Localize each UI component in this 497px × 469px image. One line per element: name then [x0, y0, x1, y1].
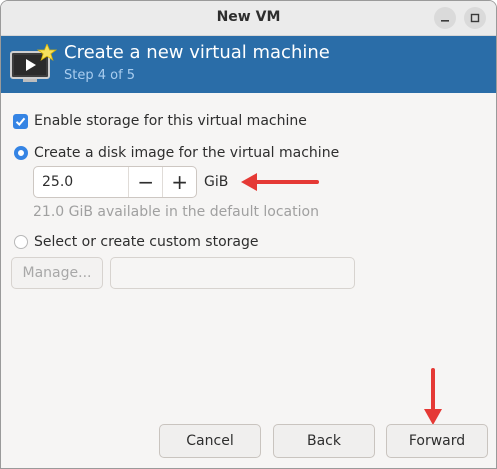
annotation-arrow-left-icon	[241, 173, 319, 191]
wizard-step: Step 4 of 5	[64, 68, 136, 83]
increment-button[interactable]: +	[162, 167, 196, 197]
annotation-arrow-down-icon	[424, 368, 442, 425]
vm-monitor-icon	[10, 44, 57, 82]
disk-image-row[interactable]: Create a disk image for the virtual mach…	[14, 145, 339, 161]
disk-size-spinbutton[interactable]: 25.0 − +	[33, 166, 197, 198]
decrement-button[interactable]: −	[128, 167, 162, 197]
custom-storage-row[interactable]: Select or create custom storage	[14, 234, 259, 250]
custom-storage-label: Select or create custom storage	[34, 234, 259, 250]
enable-storage-checkbox[interactable]	[13, 113, 28, 129]
checkmark-icon	[15, 117, 26, 126]
custom-storage-radio[interactable]	[14, 235, 28, 249]
disk-image-radio[interactable]	[14, 146, 28, 160]
disk-image-label: Create a disk image for the virtual mach…	[34, 145, 340, 161]
maximize-icon	[470, 13, 480, 23]
enable-storage-row[interactable]: Enable storage for this virtual machine	[13, 113, 307, 129]
available-space-hint: 21.0 GiB available in the default locati…	[33, 204, 319, 220]
wizard-heading: Create a new virtual machine	[64, 42, 330, 63]
wizard-banner: Create a new virtual machine Step 4 of 5	[1, 36, 496, 93]
minimize-button[interactable]	[434, 7, 456, 29]
size-unit-label: GiB	[204, 174, 229, 190]
custom-storage-path-input[interactable]	[110, 257, 355, 289]
new-vm-window: New VM Create a new virtual machine Step…	[0, 0, 497, 469]
enable-storage-label: Enable storage for this virtual machine	[34, 113, 307, 129]
forward-button[interactable]: Forward	[386, 424, 488, 458]
maximize-button[interactable]	[464, 7, 486, 29]
back-button[interactable]: Back	[273, 424, 375, 458]
window-title: New VM	[216, 9, 281, 25]
disk-size-input[interactable]: 25.0	[34, 167, 128, 197]
cancel-button[interactable]: Cancel	[159, 424, 261, 458]
title-bar: New VM	[1, 1, 496, 36]
manage-button[interactable]: Manage...	[11, 257, 103, 289]
minimize-icon	[441, 20, 449, 22]
